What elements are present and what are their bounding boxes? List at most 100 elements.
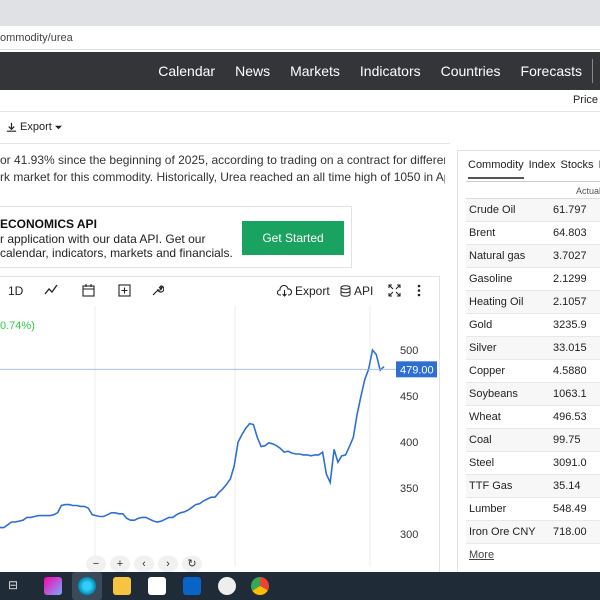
edge-icon[interactable]	[78, 577, 96, 595]
subnav: Price	[0, 90, 600, 112]
commodity-name[interactable]: Gasoline	[466, 273, 553, 285]
more-link[interactable]: More	[469, 549, 494, 561]
table-row[interactable]: Copper 4.5880	[466, 360, 600, 383]
mail-icon[interactable]	[218, 577, 236, 595]
api-promo-title: ECONOMICS API	[0, 217, 97, 231]
table-row[interactable]: Natural gas 3.7027	[466, 245, 600, 268]
nav-forecasts[interactable]: Forecasts	[521, 63, 582, 79]
copilot-icon[interactable]	[44, 577, 62, 595]
commodity-name[interactable]: Heating Oil	[466, 296, 553, 308]
table-row[interactable]: Brent 64.803	[466, 222, 600, 245]
commodity-panel: Commodity Index Stocks F Actual Crude Oi…	[457, 150, 600, 572]
zoom-in-button[interactable]: +	[110, 556, 130, 572]
tab-stocks[interactable]: Stocks	[561, 159, 594, 179]
task-view-icon[interactable]: ⊟	[8, 578, 18, 592]
description-line-1: or 41.93% since the beginning of 2025, a…	[0, 153, 445, 167]
nav-indicators[interactable]: Indicators	[360, 63, 421, 79]
commodity-actual: 2.1299	[553, 273, 587, 285]
commodity-name[interactable]: Wheat	[466, 411, 553, 423]
commodity-name[interactable]: Brent	[466, 227, 553, 239]
address-bar[interactable]: ommodity/urea	[0, 26, 600, 50]
table-row[interactable]: Steel 3091.0	[466, 452, 600, 475]
divider	[0, 143, 450, 144]
commodity-actual: 4.5880	[553, 365, 587, 377]
subnav-price[interactable]: Price	[573, 94, 598, 106]
commodity-table-header: Actual	[466, 181, 600, 199]
commodity-actual: 64.803	[553, 227, 587, 239]
chrome-icon[interactable]	[251, 577, 269, 595]
file-explorer-icon[interactable]	[113, 577, 131, 595]
commodity-actual: 33.015	[553, 342, 587, 354]
commodity-name[interactable]: TTF Gas	[466, 480, 553, 492]
nav-countries[interactable]: Countries	[441, 63, 501, 79]
zoom-out-button[interactable]: −	[86, 556, 106, 572]
export-button[interactable]: Export	[6, 121, 62, 133]
commodity-actual: 3235.9	[553, 319, 587, 331]
column-actual: Actual	[575, 186, 600, 196]
price-chart[interactable]: 500 450 400 350 300 479.00	[0, 276, 440, 572]
table-row[interactable]: Silver 33.015	[466, 337, 600, 360]
y-tick-label: 450	[400, 391, 418, 403]
export-label: Export	[20, 121, 52, 133]
outlook-icon[interactable]	[183, 577, 201, 595]
table-row[interactable]: Heating Oil 2.1057	[466, 291, 600, 314]
caret-down-icon	[54, 125, 62, 129]
commodity-actual: 3.7027	[553, 250, 587, 262]
store-icon[interactable]	[148, 577, 166, 595]
commodity-actual: 1063.1	[553, 388, 587, 400]
browser-tab-strip	[0, 0, 600, 26]
get-started-button[interactable]: Get Started	[242, 221, 344, 255]
commodity-name[interactable]: Coal	[466, 434, 553, 446]
y-tick-label: 400	[400, 437, 418, 449]
commodity-name[interactable]: Iron Ore CNY	[466, 526, 553, 538]
table-row[interactable]: Gasoline 2.1299	[466, 268, 600, 291]
table-row[interactable]: Soybeans 1063.1	[466, 383, 600, 406]
current-value-label: 479.00	[400, 364, 434, 376]
download-icon	[6, 122, 17, 132]
nav-calendar[interactable]: Calendar	[158, 63, 215, 79]
description-line-2: rk market for this commodity. Historical…	[0, 170, 445, 184]
tab-index[interactable]: Index	[529, 159, 556, 179]
api-promo-line-1: r application with our data API. Get our	[0, 232, 206, 246]
tab-commodity[interactable]: Commodity	[468, 159, 524, 179]
y-tick-label: 350	[400, 483, 418, 495]
nav-divider	[592, 59, 600, 83]
table-row[interactable]: Iron Ore CNY 718.00	[466, 521, 600, 544]
nav-news[interactable]: News	[235, 63, 270, 79]
description: or 41.93% since the beginning of 2025, a…	[0, 152, 445, 186]
commodity-actual: 99.75	[553, 434, 581, 446]
reset-zoom-button[interactable]: ↻	[182, 556, 202, 572]
commodity-name[interactable]: Copper	[466, 365, 553, 377]
commodity-actual: 548.49	[553, 503, 587, 515]
zoom-controls: − + ‹ › ↻	[86, 556, 202, 572]
commodity-name[interactable]: Lumber	[466, 503, 553, 515]
taskbar: ⊟	[0, 572, 600, 600]
commodity-name[interactable]: Natural gas	[466, 250, 553, 262]
y-tick-label: 500	[400, 345, 418, 357]
commodity-name[interactable]: Gold	[466, 319, 553, 331]
commodity-name[interactable]: Soybeans	[466, 388, 553, 400]
page-toolbar: Export	[0, 118, 460, 140]
table-row[interactable]: TTF Gas 35.14	[466, 475, 600, 498]
series-line	[0, 348, 385, 529]
api-promo-line-2: calendar, indicators, markets and financ…	[0, 246, 233, 260]
nav-markets[interactable]: Markets	[290, 63, 340, 79]
table-row[interactable]: Coal 99.75	[466, 429, 600, 452]
table-row[interactable]: Gold 3235.9	[466, 314, 600, 337]
pan-left-button[interactable]: ‹	[134, 556, 154, 572]
pan-right-button[interactable]: ›	[158, 556, 178, 572]
table-row[interactable]: Wheat 496.53	[466, 406, 600, 429]
commodity-name[interactable]: Silver	[466, 342, 553, 354]
commodity-name[interactable]: Steel	[466, 457, 553, 469]
table-row[interactable]: Lumber 548.49	[466, 498, 600, 521]
commodity-actual: 718.00	[553, 526, 587, 538]
api-promo-text: r application with our data API. Get our…	[0, 232, 233, 260]
api-promo: ECONOMICS API r application with our dat…	[0, 206, 352, 268]
address-url: ommodity/urea	[0, 32, 73, 44]
commodity-name[interactable]: Crude Oil	[466, 204, 553, 216]
site-nav: Calendar News Markets Indicators Countri…	[0, 52, 600, 90]
table-row[interactable]: Crude Oil 61.797	[466, 199, 600, 222]
commodity-actual: 35.14	[553, 480, 581, 492]
commodity-table: Crude Oil 61.797 Brent 64.803 Natural gas 3.7…	[466, 199, 600, 544]
y-tick-label: 300	[400, 529, 418, 541]
